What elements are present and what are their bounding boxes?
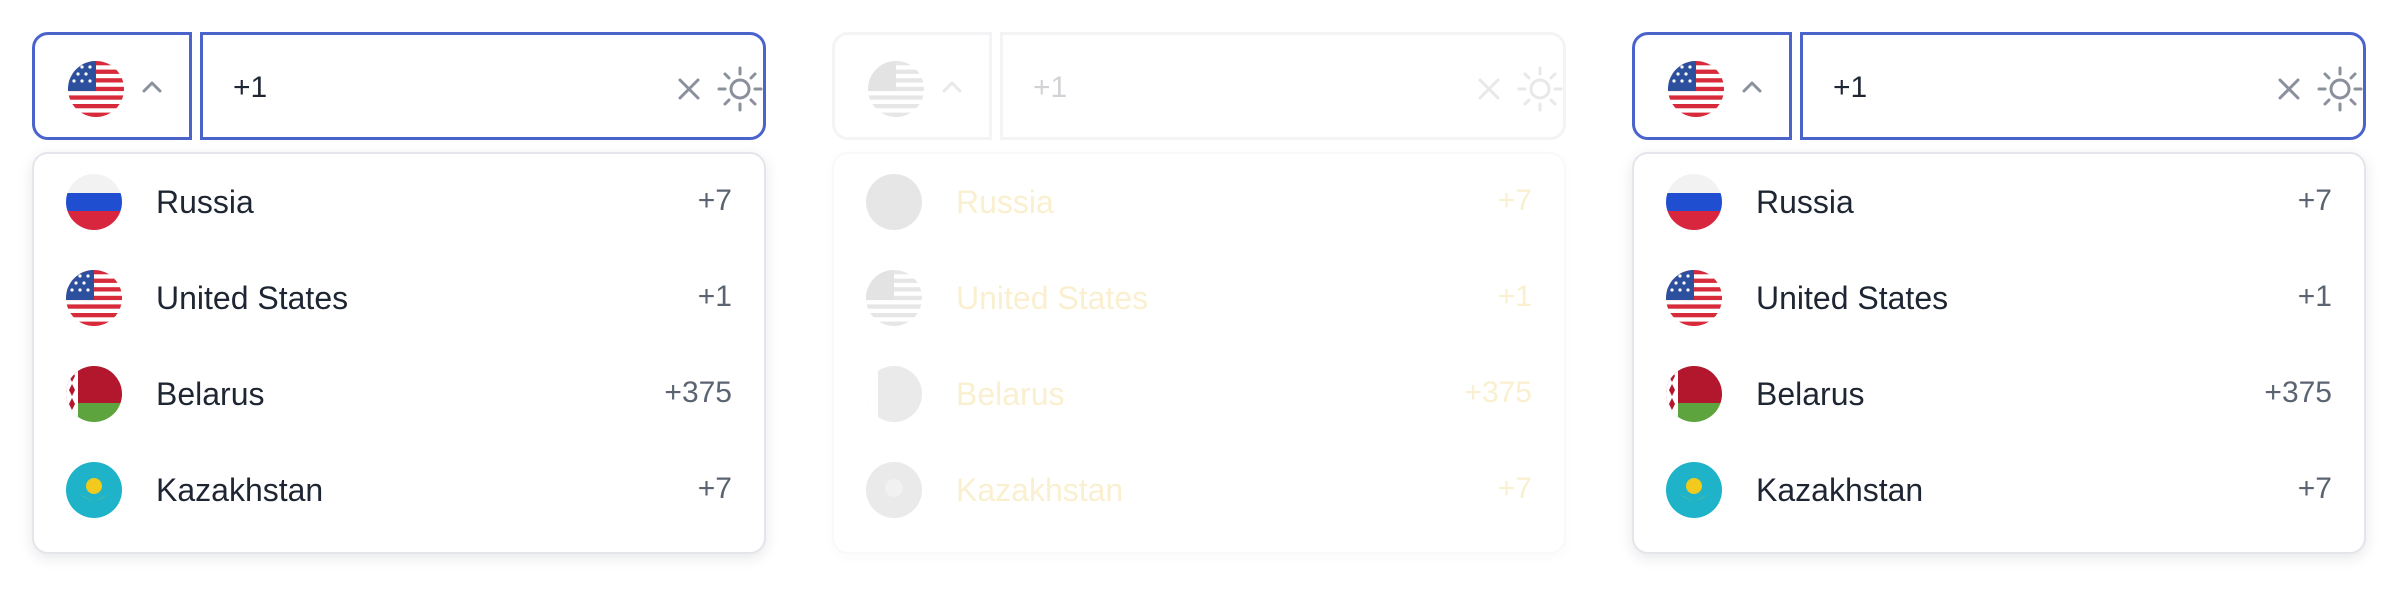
country-dropdown: Russia +7 United States +1 Belarus +375 …	[1632, 152, 2366, 554]
country-name: Russia	[1756, 184, 1854, 220]
country-code: +7	[1497, 184, 1532, 217]
phone-input-widget-faded: Russia +7 United States	[832, 32, 1566, 554]
country-code: +375	[2264, 376, 2332, 409]
belarus-flag-icon	[66, 366, 122, 422]
country-select-button[interactable]	[32, 32, 192, 140]
phone-field	[1000, 32, 1566, 140]
country-code: +1	[697, 280, 732, 313]
country-code: +375	[1464, 376, 1532, 409]
country-name: Russia	[156, 184, 254, 220]
close-icon[interactable]	[2275, 75, 2303, 103]
sun-icon[interactable]	[716, 65, 764, 113]
country-code: +7	[697, 184, 732, 217]
phone-field	[200, 32, 766, 140]
country-code: +7	[2297, 472, 2332, 505]
country-name: United States	[1756, 280, 1949, 316]
us-flag-icon	[868, 61, 924, 117]
us-flag-icon	[66, 270, 122, 326]
country-option[interactable]: United States +1	[34, 252, 764, 348]
russia-flag-icon	[866, 174, 922, 230]
country-select-button[interactable]	[1632, 32, 1792, 140]
country-code: +7	[2297, 184, 2332, 217]
us-flag-icon	[1666, 270, 1722, 326]
phone-number-input[interactable]	[231, 61, 615, 115]
country-name: Russia	[956, 184, 1054, 220]
country-code: +7	[697, 472, 732, 505]
country-option[interactable]: Kazakhstan +7	[34, 444, 764, 540]
country-name: United States	[156, 280, 349, 316]
country-name: Kazakhstan	[956, 472, 1124, 508]
country-option[interactable]: Russia +7	[834, 156, 1564, 252]
country-select-button[interactable]	[832, 32, 992, 140]
country-option[interactable]: United States +1	[1634, 252, 2364, 348]
belarus-flag-icon	[1666, 366, 1722, 422]
chevron-up-icon	[942, 81, 962, 93]
phone-input-widget: Russia +7	[32, 32, 766, 554]
kazakhstan-flag-icon	[66, 462, 122, 518]
country-name: Belarus	[156, 376, 265, 412]
phone-number-input[interactable]	[1031, 61, 1415, 115]
us-flag-icon	[1668, 61, 1724, 117]
country-code: +1	[2297, 280, 2332, 313]
country-dropdown: Russia +7 United States +1 Belarus +375 …	[832, 152, 1566, 554]
close-icon[interactable]	[1475, 75, 1503, 103]
country-dropdown: Russia +7 United States +1 Belarus +375 …	[32, 152, 766, 554]
close-icon[interactable]	[675, 75, 703, 103]
phone-input-demo: Russia +7	[0, 0, 2400, 600]
chevron-up-icon	[1742, 81, 1762, 93]
phone-field	[1800, 32, 2366, 140]
country-code: +7	[1497, 472, 1532, 505]
country-name: Kazakhstan	[1756, 472, 1924, 508]
country-option[interactable]: Belarus +375	[34, 348, 764, 444]
country-option[interactable]: Russia +7	[34, 156, 764, 252]
country-option[interactable]: Belarus +375	[1634, 348, 2364, 444]
sun-icon[interactable]	[1516, 65, 1564, 113]
country-option[interactable]: Kazakhstan +7	[834, 444, 1564, 540]
country-name: Kazakhstan	[156, 472, 324, 508]
country-option[interactable]: United States +1	[834, 252, 1564, 348]
kazakhstan-flag-icon	[1666, 462, 1722, 518]
russia-flag-icon	[66, 174, 122, 230]
kazakhstan-flag-icon	[866, 462, 922, 518]
country-option[interactable]: Belarus +375	[834, 348, 1564, 444]
us-flag-icon	[68, 61, 124, 117]
belarus-flag-icon	[866, 366, 922, 422]
us-flag-icon	[866, 270, 922, 326]
country-option[interactable]: Russia +7	[1634, 156, 2364, 252]
russia-flag-icon	[1666, 174, 1722, 230]
country-code: +1	[1497, 280, 1532, 313]
sun-icon[interactable]	[2316, 65, 2364, 113]
country-name: Belarus	[956, 376, 1065, 412]
chevron-up-icon	[142, 81, 162, 93]
country-name: United States	[956, 280, 1149, 316]
phone-input-widget: Russia +7	[1632, 32, 2366, 554]
country-code: +375	[664, 376, 732, 409]
country-name: Belarus	[1756, 376, 1865, 412]
phone-number-input[interactable]	[1831, 61, 2215, 115]
country-option[interactable]: Kazakhstan +7	[1634, 444, 2364, 540]
